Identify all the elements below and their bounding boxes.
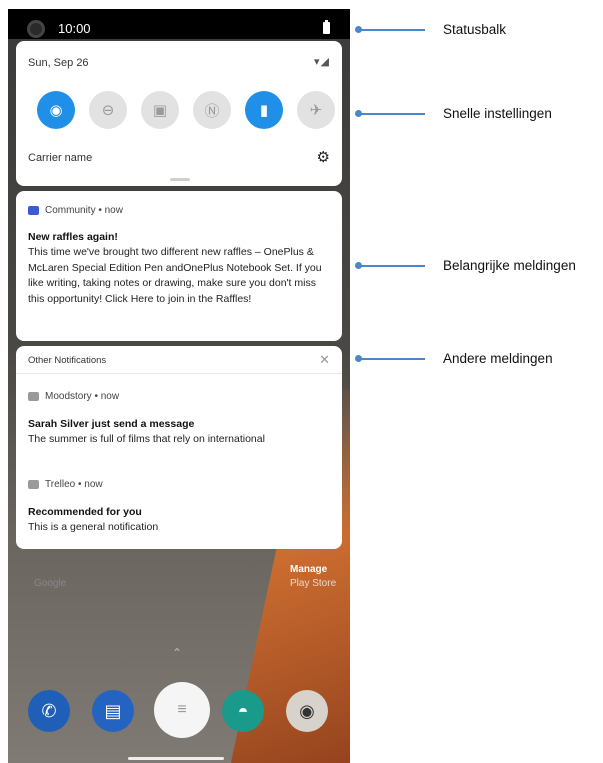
qs-date: Sun, Sep 26 bbox=[28, 57, 89, 69]
community-icon bbox=[28, 206, 39, 215]
battery-saver-icon[interactable]: ▮ bbox=[245, 91, 283, 129]
divider bbox=[16, 373, 342, 374]
camera-icon[interactable]: ◉ bbox=[286, 690, 328, 732]
navigation-pill[interactable] bbox=[128, 757, 224, 760]
carrier-name: Carrier name bbox=[28, 152, 93, 164]
phone-screen: 10:00 Sun, Sep 26 ▾◢ ◉ ⊖ ▣ Ⓝ ▮ ✈ Carrier… bbox=[8, 9, 350, 763]
mail-icon bbox=[28, 392, 39, 401]
wifi-icon[interactable]: ◉ bbox=[37, 91, 75, 129]
messages-icon[interactable]: ▤ bbox=[92, 690, 134, 732]
quick-settings-panel: Sun, Sep 26 ▾◢ ◉ ⊖ ▣ Ⓝ ▮ ✈ Carrier name … bbox=[16, 41, 342, 186]
battery-icon bbox=[323, 20, 330, 34]
notification-body: This time we've brought two different ne… bbox=[28, 246, 322, 305]
notification-app-row: Community • now bbox=[28, 205, 123, 216]
callout-important: Belangrijke meldingen bbox=[443, 258, 576, 273]
callout-quick-settings: Snelle instellingen bbox=[443, 106, 552, 121]
other-notifications: Other Notifications ✕ Moodstory • now Sa… bbox=[16, 346, 342, 549]
notification-app-name: Moodstory • now bbox=[45, 391, 120, 402]
notification-title[interactable]: Sarah Silver just send a message bbox=[28, 418, 194, 430]
folder-icon bbox=[28, 480, 39, 489]
callout-statusbar: Statusbalk bbox=[443, 22, 507, 37]
do-not-disturb-icon[interactable]: ⊖ bbox=[89, 91, 127, 129]
status-bar: 10:00 bbox=[8, 9, 350, 39]
callout-line bbox=[359, 358, 425, 360]
weather-icon[interactable]: ◓ bbox=[222, 690, 264, 732]
play-store-label[interactable]: Play Store bbox=[290, 578, 336, 589]
nfc-icon[interactable]: Ⓝ bbox=[193, 91, 231, 129]
front-camera-icon bbox=[27, 20, 45, 38]
sim-icon[interactable]: ▣ bbox=[141, 91, 179, 129]
airplane-icon[interactable]: ✈ bbox=[297, 91, 335, 129]
notification-app-row: Trelleo • now bbox=[28, 479, 103, 490]
status-time: 10:00 bbox=[58, 21, 91, 36]
signal-icon: ▾◢ bbox=[314, 56, 330, 68]
important-notification[interactable]: Community • now New raffles again! This … bbox=[16, 191, 342, 341]
gear-icon[interactable]: ⚙ bbox=[317, 148, 330, 166]
google-app-label[interactable]: Google bbox=[34, 578, 66, 589]
callout-line bbox=[359, 29, 425, 31]
close-icon[interactable]: ✕ bbox=[319, 352, 330, 368]
other-notifications-header: Other Notifications bbox=[28, 355, 107, 366]
notification-body: The summer is full of films that rely on… bbox=[28, 433, 265, 445]
callout-line bbox=[359, 113, 425, 115]
notification-app-name: Trelleo • now bbox=[45, 479, 103, 490]
drag-handle[interactable] bbox=[170, 178, 190, 181]
notification-app-row: Moodstory • now bbox=[28, 391, 119, 402]
notification-body: This is a general notification bbox=[28, 521, 159, 533]
notification-title[interactable]: Recommended for you bbox=[28, 506, 142, 518]
app-drawer-icon[interactable]: ≡ bbox=[154, 682, 210, 738]
callout-other: Andere meldingen bbox=[443, 351, 553, 366]
callout-line bbox=[359, 265, 425, 267]
notification-app-name: Community • now bbox=[45, 205, 123, 216]
manage-label[interactable]: Manage bbox=[290, 564, 327, 575]
chevron-up-icon[interactable]: ⌃ bbox=[172, 646, 182, 660]
phone-icon[interactable]: ✆ bbox=[28, 690, 70, 732]
notification-title: New raffles again! bbox=[28, 231, 118, 243]
